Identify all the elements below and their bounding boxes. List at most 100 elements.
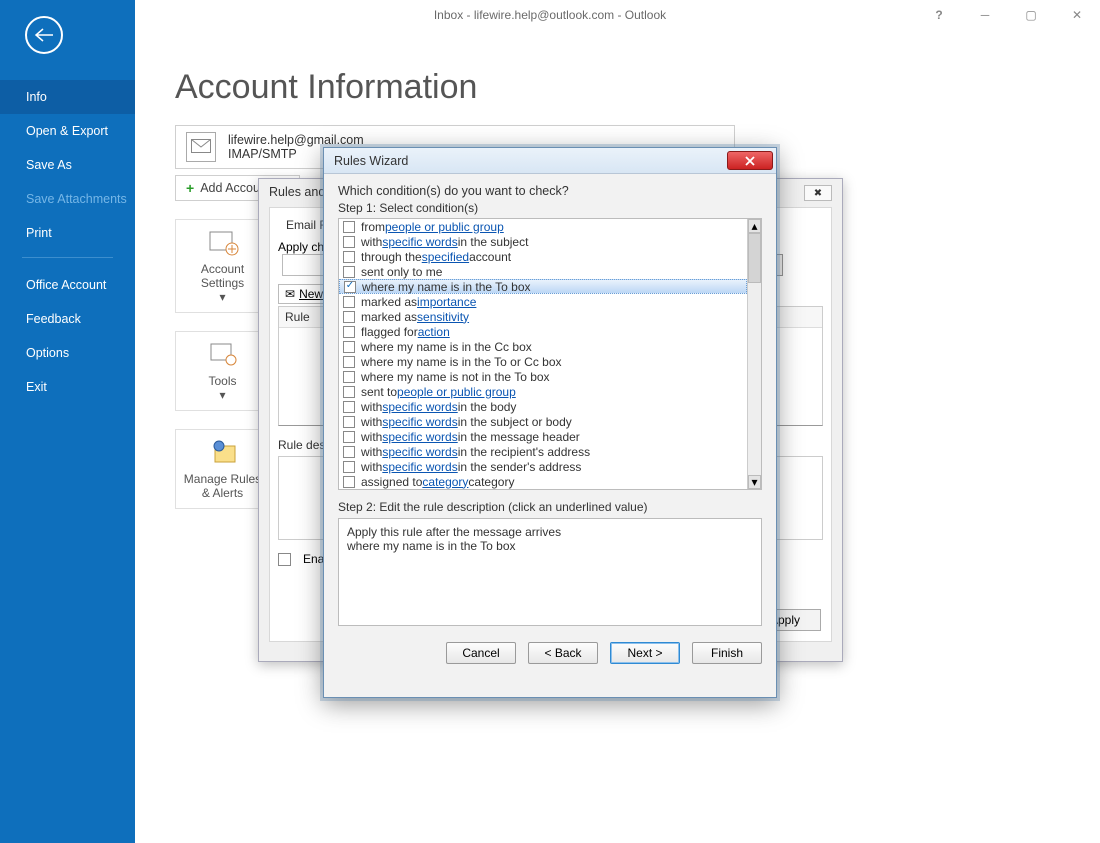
wizard-close-button[interactable] bbox=[727, 151, 773, 170]
condition-text: with bbox=[361, 400, 382, 414]
condition-row[interactable]: with specific words in the subject bbox=[339, 234, 747, 249]
condition-row[interactable]: marked as sensitivity bbox=[339, 309, 747, 324]
condition-checkbox[interactable] bbox=[343, 266, 355, 278]
condition-link[interactable]: specific words bbox=[382, 235, 457, 249]
condition-row[interactable]: where my name is not in the To box bbox=[339, 369, 747, 384]
condition-row[interactable]: where my name is in the To or Cc box bbox=[339, 354, 747, 369]
condition-row[interactable]: through the specified account bbox=[339, 249, 747, 264]
condition-row[interactable]: sent to people or public group bbox=[339, 384, 747, 399]
back-button[interactable]: < Back bbox=[528, 642, 598, 664]
condition-link[interactable]: people or public group bbox=[397, 385, 516, 399]
condition-link[interactable]: specific words bbox=[382, 430, 457, 444]
condition-checkbox[interactable] bbox=[343, 356, 355, 368]
page-title: Account Information bbox=[175, 68, 1060, 107]
maximize-button[interactable]: ▢ bbox=[1008, 0, 1054, 30]
condition-row[interactable]: where my name is in the Cc box bbox=[339, 339, 747, 354]
condition-text: where my name is in the Cc box bbox=[361, 340, 532, 354]
condition-link[interactable]: sensitivity bbox=[417, 310, 469, 324]
condition-link[interactable]: people or public group bbox=[385, 220, 504, 234]
sidebar-item-open-export[interactable]: Open & Export bbox=[0, 114, 135, 148]
condition-row[interactable]: with specific words in the sender's addr… bbox=[339, 459, 747, 474]
condition-link[interactable]: importance bbox=[417, 295, 476, 309]
condition-text: sent to bbox=[361, 385, 397, 399]
condition-text: in the message header bbox=[458, 430, 580, 444]
condition-text: through the bbox=[361, 250, 422, 264]
condition-checkbox[interactable] bbox=[344, 281, 356, 293]
plus-icon: + bbox=[186, 180, 194, 196]
condition-link[interactable]: specific words bbox=[382, 445, 457, 459]
back-button[interactable] bbox=[25, 16, 63, 54]
condition-checkbox[interactable] bbox=[343, 221, 355, 233]
tools-button[interactable]: Tools ▾ bbox=[175, 331, 270, 411]
condition-text: category bbox=[468, 475, 514, 489]
condition-link[interactable]: specific words bbox=[382, 415, 457, 429]
condition-checkbox[interactable] bbox=[343, 386, 355, 398]
condition-link[interactable]: category bbox=[422, 475, 468, 489]
sidebar-item-info[interactable]: Info bbox=[0, 80, 135, 114]
wizard-step2-label: Step 2: Edit the rule description (click… bbox=[338, 500, 762, 514]
condition-link[interactable]: action bbox=[418, 325, 450, 339]
condition-row[interactable]: with specific words in the subject or bo… bbox=[339, 414, 747, 429]
condition-row[interactable]: where my name is in the To box bbox=[339, 279, 747, 294]
condition-checkbox[interactable] bbox=[343, 416, 355, 428]
condition-text: where my name is not in the To box bbox=[361, 370, 550, 384]
condition-checkbox[interactable] bbox=[343, 236, 355, 248]
condition-checkbox[interactable] bbox=[343, 296, 355, 308]
close-icon bbox=[744, 156, 756, 166]
condition-text: where my name is in the To box bbox=[362, 280, 531, 294]
sidebar-item-office-account[interactable]: Office Account bbox=[0, 268, 135, 302]
condition-text: where my name is in the To or Cc box bbox=[361, 355, 562, 369]
condition-row[interactable]: with specific words in the recipient's a… bbox=[339, 444, 747, 459]
condition-row[interactable]: sent only to me bbox=[339, 264, 747, 279]
help-button[interactable]: ? bbox=[916, 0, 962, 30]
enable-rules-checkbox[interactable] bbox=[278, 553, 291, 566]
condition-link[interactable]: specified bbox=[422, 250, 469, 264]
condition-checkbox[interactable] bbox=[343, 431, 355, 443]
condition-row[interactable]: with specific words in the message heade… bbox=[339, 429, 747, 444]
condition-checkbox[interactable] bbox=[343, 371, 355, 383]
next-button[interactable]: Next > bbox=[610, 642, 680, 664]
sidebar-item-print[interactable]: Print bbox=[0, 216, 135, 250]
new-rule-icon: ✉ bbox=[285, 287, 295, 301]
condition-checkbox[interactable] bbox=[343, 326, 355, 338]
condition-text: with bbox=[361, 430, 382, 444]
condition-row[interactable]: from people or public group bbox=[339, 219, 747, 234]
minimize-button[interactable]: ─ bbox=[962, 0, 1008, 30]
rules-wizard-dialog: Rules Wizard Which condition(s) do you w… bbox=[323, 147, 777, 698]
condition-text: marked as bbox=[361, 310, 417, 324]
conditions-scrollbar[interactable]: ▴ ▾ bbox=[747, 219, 761, 489]
sidebar-item-exit[interactable]: Exit bbox=[0, 370, 135, 404]
condition-row[interactable]: marked as importance bbox=[339, 294, 747, 309]
condition-row[interactable]: flagged for action bbox=[339, 324, 747, 339]
rule-description-preview: Apply this rule after the message arrive… bbox=[338, 518, 762, 626]
sidebar-item-feedback[interactable]: Feedback bbox=[0, 302, 135, 336]
scroll-thumb[interactable] bbox=[748, 233, 761, 283]
condition-link[interactable]: specific words bbox=[382, 400, 457, 414]
condition-text: with bbox=[361, 445, 382, 459]
rules-alerts-close-button[interactable]: ✖ bbox=[804, 185, 832, 201]
condition-text: flagged for bbox=[361, 325, 418, 339]
condition-checkbox[interactable] bbox=[343, 461, 355, 473]
scroll-down-icon[interactable]: ▾ bbox=[748, 475, 761, 489]
sidebar-item-save-as[interactable]: Save As bbox=[0, 148, 135, 182]
condition-row[interactable]: assigned to category category bbox=[339, 474, 747, 489]
condition-text: with bbox=[361, 235, 382, 249]
scroll-up-icon[interactable]: ▴ bbox=[748, 219, 761, 233]
condition-link[interactable]: specific words bbox=[382, 460, 457, 474]
sidebar-item-save-attachments: Save Attachments bbox=[0, 182, 135, 216]
rules-icon bbox=[207, 438, 239, 466]
condition-checkbox[interactable] bbox=[343, 446, 355, 458]
manage-rules-button[interactable]: Manage Rules & Alerts bbox=[175, 429, 270, 509]
condition-checkbox[interactable] bbox=[343, 251, 355, 263]
condition-checkbox[interactable] bbox=[343, 311, 355, 323]
condition-checkbox[interactable] bbox=[343, 341, 355, 353]
account-settings-button[interactable]: Account Settings ▾ bbox=[175, 219, 270, 313]
sidebar-item-options[interactable]: Options bbox=[0, 336, 135, 370]
condition-checkbox[interactable] bbox=[343, 401, 355, 413]
condition-checkbox[interactable] bbox=[343, 476, 355, 488]
rule-description-line: where my name is in the To box bbox=[347, 539, 753, 553]
condition-row[interactable]: with specific words in the body bbox=[339, 399, 747, 414]
finish-button[interactable]: Finish bbox=[692, 642, 762, 664]
close-button[interactable]: ✕ bbox=[1054, 0, 1100, 30]
cancel-button[interactable]: Cancel bbox=[446, 642, 516, 664]
